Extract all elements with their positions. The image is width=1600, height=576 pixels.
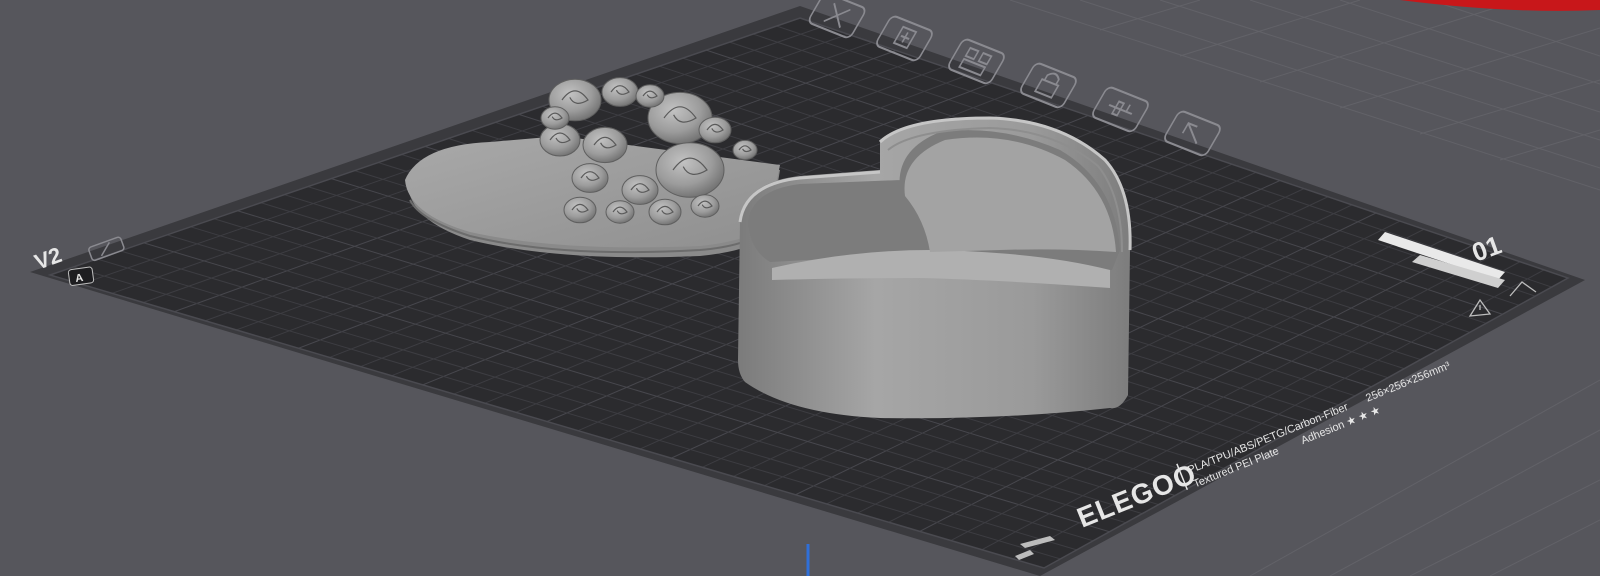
rose-detail [635, 84, 665, 108]
rose-detail [605, 200, 635, 224]
rose-detail [582, 126, 628, 164]
rose-detail [563, 196, 597, 224]
rose-detail [732, 139, 758, 161]
rose-detail [648, 198, 682, 226]
rose-detail [601, 77, 639, 107]
rose-detail [655, 142, 725, 198]
3d-viewport[interactable]: V2 A 01 ELEGOO PLA/TPU/ABS/PETG/Carbon-F… [0, 0, 1600, 576]
scene: V2 A 01 ELEGOO PLA/TPU/ABS/PETG/Carbon-F… [0, 0, 1600, 576]
rose-detail [690, 194, 720, 218]
plate-side-badge: A [67, 266, 95, 286]
rose-detail [698, 116, 732, 144]
rose-detail [540, 106, 570, 130]
rose-detail [571, 163, 609, 193]
rose-detail [621, 175, 659, 205]
